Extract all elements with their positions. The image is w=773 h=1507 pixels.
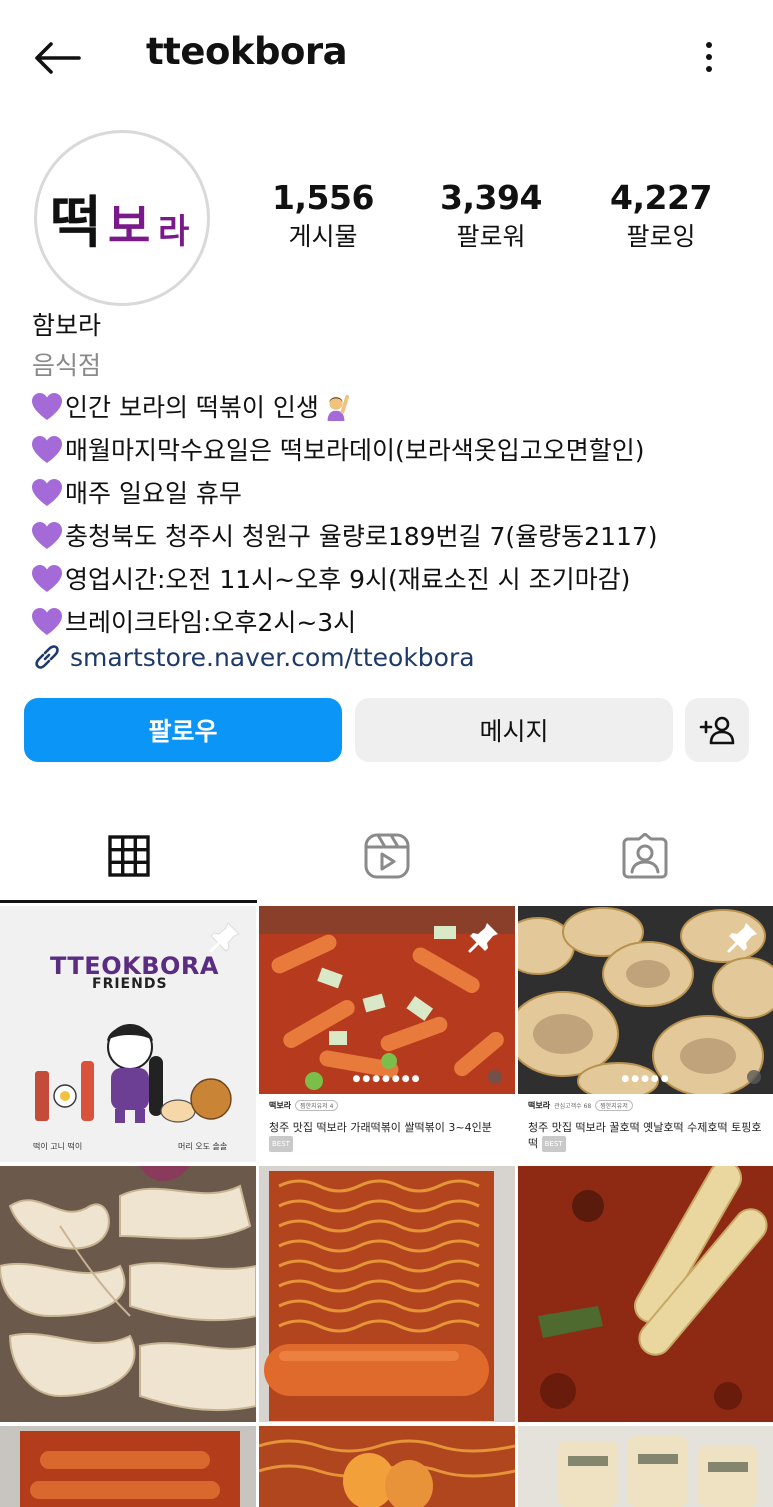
post-thumbnail[interactable]: ●●●●●●● 떡보라 찜한지유저 4 청주 맛집 떡보라 가래떡볶이 쌀떡볶이 … <box>259 906 515 1162</box>
profile-avatar[interactable]: 떡 보 라 <box>34 130 210 306</box>
purple-heart-icon <box>32 565 62 592</box>
following-count[interactable]: 4,227 팔로잉 <box>591 178 731 256</box>
arrow-left-icon <box>35 42 81 74</box>
profile-tabs <box>0 810 773 902</box>
bio-line: 영업시간:오전 11시~오후 9시(재료소진 시 조기마감) <box>32 558 752 601</box>
bio-line: 매주 일요일 휴무 <box>32 472 752 515</box>
ramen-egg-photo <box>259 1426 515 1507</box>
carousel-dots: ●●●●● <box>621 1074 671 1084</box>
product-card-caption: 떡보라 찜한지유저 4 청주 맛집 떡보라 가래떡볶이 쌀떡볶이 3~4인분 BE… <box>259 1094 515 1162</box>
pinned-icon <box>209 922 240 953</box>
posts-count[interactable]: 1,556 게시물 <box>253 178 393 256</box>
tteok-sauce-photo <box>518 1166 773 1422</box>
purple-heart-icon <box>32 393 62 420</box>
tab-tagged[interactable] <box>516 810 773 902</box>
followers-count[interactable]: 3,394 팔로워 <box>421 178 561 256</box>
profile-bio: 함보라 음식점 인간 보라의 떡볶이 인생 매월마지막수요일은 떡보라데이(보라… <box>32 306 752 644</box>
purple-heart-icon <box>32 522 62 549</box>
tagged-icon <box>622 833 667 879</box>
reels-icon <box>364 833 409 879</box>
character-illustration <box>35 1024 232 1123</box>
post-thumbnail[interactable] <box>259 1166 515 1422</box>
post-thumbnail[interactable] <box>518 1166 773 1422</box>
post-thumbnail[interactable] <box>0 1426 256 1507</box>
product-card-caption: 떡보라 관심고객수 68 찜한지유저 청주 맛집 떡보라 꿀호떡 옛날호떡 수제호떡… <box>518 1094 773 1162</box>
bio-line: 인간 보라의 떡볶이 인생 <box>32 386 752 429</box>
ramen-tteokbokki-photo <box>259 1166 515 1422</box>
post-thumbnail[interactable] <box>259 1426 515 1507</box>
post-thumbnail[interactable] <box>518 1426 773 1507</box>
tab-reels[interactable] <box>258 810 515 902</box>
brand-logo: 떡 보 라 <box>42 138 202 298</box>
follow-button[interactable]: 팔로우 <box>24 698 342 762</box>
bio-line: 충청북도 청주시 청원구 율량로189번길 7(율량동2117) <box>32 515 752 558</box>
more-options-button[interactable] <box>690 34 728 80</box>
post-thumbnail[interactable]: ●●●●● 떡보라 관심고객수 68 찜한지유저 청주 맛집 떡보라 꿀호떡 옛날호… <box>518 906 773 1162</box>
profile-link[interactable]: smartstore.naver.com/tteokbora <box>32 636 475 678</box>
add-user-button[interactable] <box>685 698 749 762</box>
purple-heart-icon <box>32 479 62 506</box>
pinned-icon <box>727 923 757 953</box>
person-raising-hand-icon <box>327 394 349 421</box>
grid-icon <box>107 835 150 877</box>
fried-food-photo <box>0 1166 256 1422</box>
bio-line: 매월마지막수요일은 떡보라데이(보라색옷입고오면할인) <box>32 429 752 472</box>
food-tray-photo <box>0 1426 256 1507</box>
post-thumbnail[interactable]: TTEOKBORA FRIENDS 떡이 고니 떡이 머리 오도 솔솔 <box>0 906 256 1162</box>
pinned-icon <box>468 923 498 953</box>
carousel-dots: ●●●●●●● <box>352 1074 422 1084</box>
link-icon <box>35 645 59 669</box>
add-user-icon <box>699 716 735 745</box>
message-button[interactable]: 메시지 <box>355 698 673 762</box>
profile-username: tteokbora <box>146 30 348 73</box>
back-button[interactable] <box>28 32 86 84</box>
profile-name: 함보라 <box>32 311 102 340</box>
purple-heart-icon <box>32 608 62 635</box>
top-bar: tteokbora <box>0 0 773 115</box>
profile-category: 음식점 <box>32 351 102 380</box>
post-thumbnail[interactable] <box>0 1166 256 1422</box>
purple-heart-icon <box>32 436 62 463</box>
gimmari-photo <box>518 1426 773 1507</box>
active-tab-indicator <box>0 900 257 903</box>
more-vertical-icon <box>706 42 712 48</box>
tab-posts[interactable] <box>0 810 257 902</box>
